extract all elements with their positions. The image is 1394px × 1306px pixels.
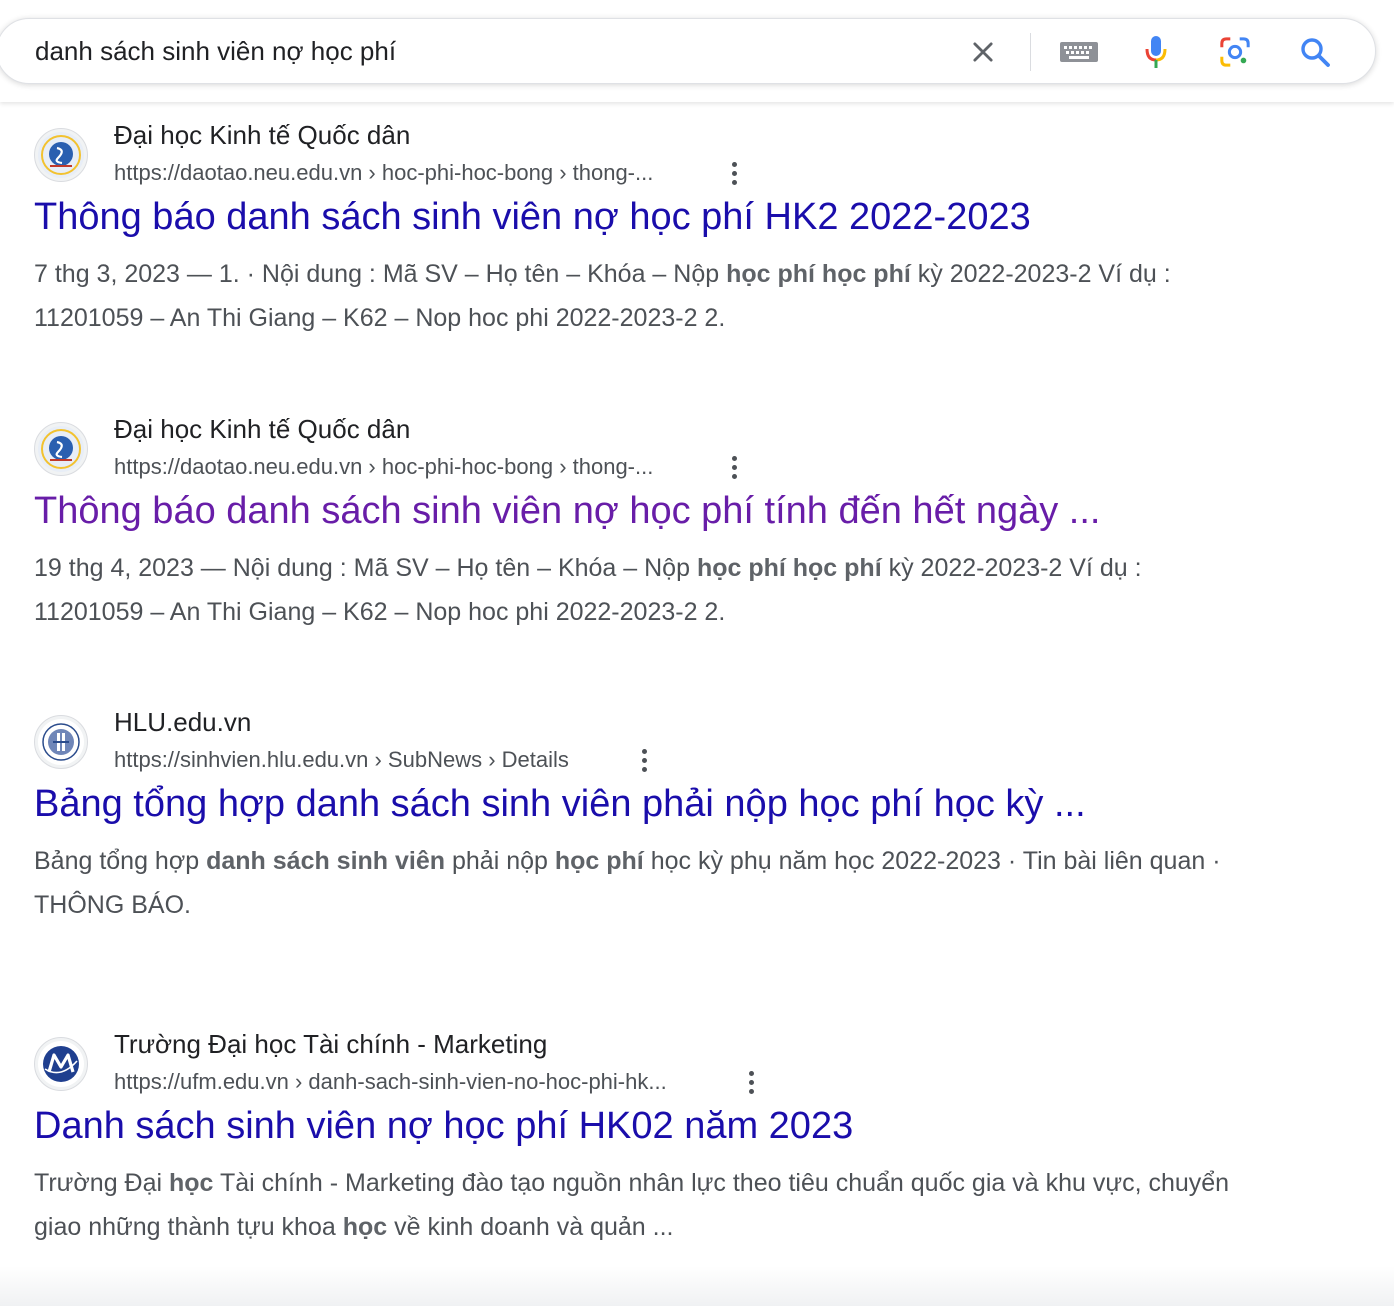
- ufm-favicon: [34, 1037, 88, 1091]
- result-snippet: Trường Đại học Tài chính - Marketing đào…: [34, 1161, 1234, 1249]
- snippet-highlight: học phí: [554, 847, 644, 875]
- snippet-highlight: học: [169, 1169, 214, 1197]
- search-header: [0, 0, 1394, 102]
- search-box: [0, 18, 1376, 84]
- search-input[interactable]: [35, 33, 935, 69]
- site-name[interactable]: HLU.edu.vn: [114, 707, 251, 738]
- result-title-link[interactable]: Thông báo danh sách sinh viên nợ học phí…: [34, 490, 1100, 533]
- result-snippet: 19 thg 4, 2023 — Nội dung : Mã SV – Họ t…: [34, 546, 1234, 634]
- snippet-highlight: học phí học phí: [726, 260, 911, 288]
- more-options-icon[interactable]: [724, 158, 744, 188]
- site-name[interactable]: Đại học Kinh tế Quốc dân: [114, 414, 410, 445]
- result-snippet: Bảng tổng hợp danh sách sinh viên phải n…: [34, 839, 1234, 927]
- site-url[interactable]: https://daotao.neu.edu.vn › hoc-phi-hoc-…: [114, 160, 653, 186]
- snippet-text: Trường Đại: [34, 1169, 170, 1197]
- snippet-highlight: học phí học phí: [696, 554, 882, 582]
- search-icon[interactable]: [1299, 36, 1331, 68]
- keyboard-icon[interactable]: [1057, 36, 1101, 68]
- snippet-text: Bảng tổng hợp: [34, 847, 207, 875]
- more-options-icon[interactable]: [741, 1067, 761, 1097]
- site-name[interactable]: Đại học Kinh tế Quốc dân: [114, 120, 410, 151]
- site-url[interactable]: https://daotao.neu.edu.vn › hoc-phi-hoc-…: [114, 454, 653, 480]
- neu-favicon: [34, 422, 88, 476]
- snippet-text: phải nộp: [445, 847, 555, 875]
- site-url[interactable]: https://ufm.edu.vn › danh-sach-sinh-vien…: [114, 1069, 667, 1095]
- microphone-icon[interactable]: [1140, 36, 1172, 68]
- snippet-text: về kinh doanh và quản ...: [387, 1213, 674, 1241]
- snippet-text: 19 thg 4, 2023 — Nội dung : Mã SV – Họ t…: [34, 554, 697, 582]
- more-options-icon[interactable]: [634, 745, 654, 775]
- bottom-fade: [0, 1266, 1394, 1306]
- result-title-link[interactable]: Danh sách sinh viên nợ học phí HK02 năm …: [34, 1105, 853, 1148]
- more-options-icon[interactable]: [724, 452, 744, 482]
- snippet-highlight: học: [342, 1213, 388, 1241]
- google-lens-icon[interactable]: [1219, 36, 1251, 68]
- site-name[interactable]: Trường Đại học Tài chính - Marketing: [114, 1029, 547, 1060]
- close-icon[interactable]: [967, 36, 999, 68]
- snippet-highlight: danh sách sinh viên: [206, 847, 446, 875]
- result-title-link[interactable]: Bảng tổng hợp danh sách sinh viên phải n…: [34, 783, 1086, 826]
- snippet-text: 7 thg 3, 2023 — 1. · Nội dung : Mã SV – …: [34, 260, 727, 288]
- search-divider: [1030, 33, 1031, 71]
- neu-favicon: [34, 128, 88, 182]
- site-url[interactable]: https://sinhvien.hlu.edu.vn › SubNews › …: [114, 747, 569, 773]
- result-snippet: 7 thg 3, 2023 — 1. · Nội dung : Mã SV – …: [34, 252, 1234, 340]
- hlu-favicon: [34, 715, 88, 769]
- result-title-link[interactable]: Thông báo danh sách sinh viên nợ học phí…: [34, 196, 1031, 239]
